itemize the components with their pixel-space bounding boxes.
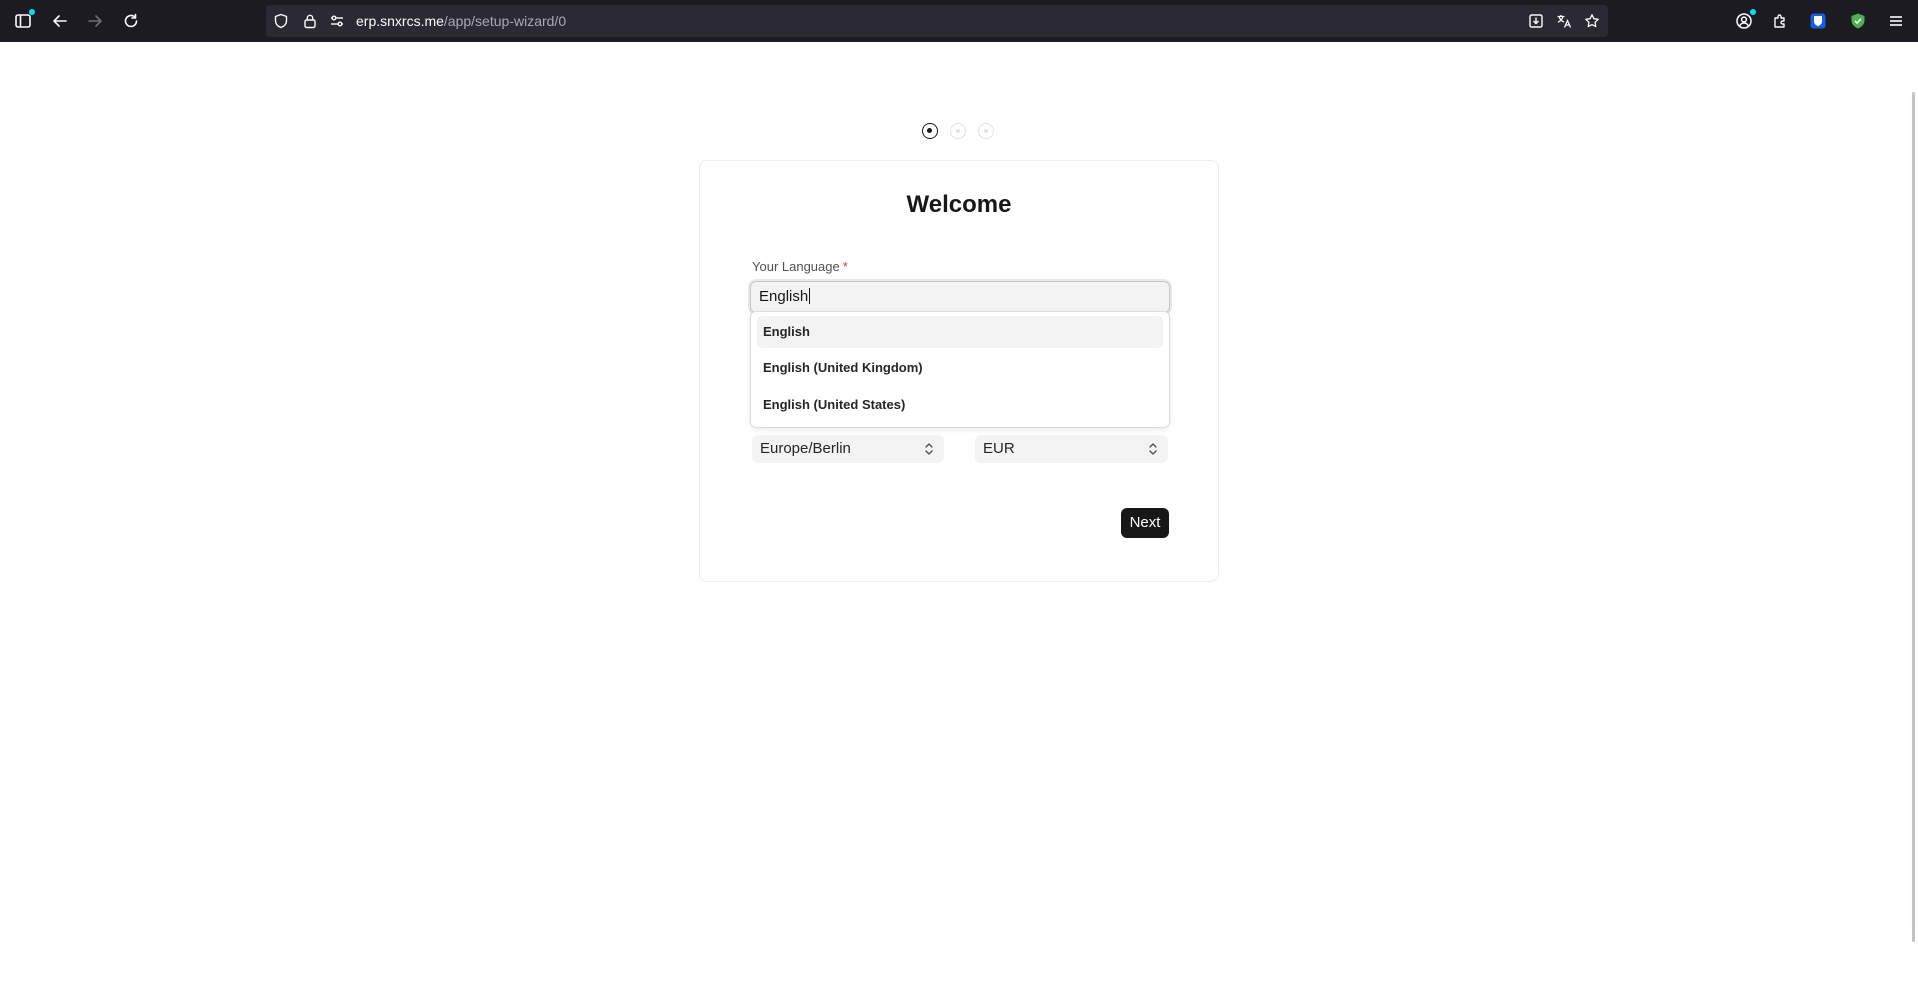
bitwarden-icon[interactable] (1806, 9, 1830, 33)
timezone-select[interactable]: Europe/Berlin (752, 435, 944, 463)
page-scrollbar[interactable] (1906, 42, 1918, 987)
url-path: /app/setup-wizard/0 (443, 13, 567, 29)
next-button[interactable]: Next (1121, 508, 1169, 538)
url-bar[interactable]: erp.snxrcs.me/app/setup-wizard/0 (266, 5, 1608, 37)
url-text[interactable]: erp.snxrcs.me/app/setup-wizard/0 (356, 13, 566, 29)
text-caret (809, 288, 811, 304)
language-input-value: English (759, 288, 809, 305)
updown-chevron-icon (1149, 443, 1157, 455)
adblock-shield-icon[interactable] (1846, 9, 1870, 33)
updown-chevron-icon (925, 443, 933, 455)
reload-icon[interactable] (119, 9, 143, 33)
lock-icon[interactable] (300, 11, 320, 31)
save-page-icon[interactable] (1526, 11, 1546, 31)
sidebar-icon[interactable] (11, 9, 35, 33)
extensions-icon[interactable] (1768, 9, 1792, 33)
step-dot-3 (978, 123, 994, 139)
currency-value: EUR (983, 440, 1015, 457)
step-dot-2 (950, 123, 966, 139)
language-label: Your Language * (752, 259, 848, 274)
browser-toolbar: erp.snxrcs.me/app/setup-wizard/0 (0, 0, 1918, 42)
url-host: erp.snxrcs.me (356, 13, 444, 29)
translate-icon[interactable] (1554, 11, 1574, 31)
bookmark-star-icon[interactable] (1582, 11, 1602, 31)
account-icon[interactable] (1732, 9, 1756, 33)
scrollbar-thumb[interactable] (1912, 92, 1915, 942)
setup-wizard-card: Welcome Your Language * English English E… (699, 160, 1219, 582)
notification-dot (29, 9, 35, 15)
page-title: Welcome (906, 191, 1012, 218)
language-suggestions: English English (United Kingdom) English… (750, 311, 1170, 428)
back-icon[interactable] (48, 9, 72, 33)
step-dot-1-active (922, 123, 938, 139)
forward-icon[interactable] (83, 9, 107, 33)
language-option[interactable]: English (United States) (757, 389, 1163, 421)
required-marker: * (842, 259, 848, 274)
timezone-value: Europe/Berlin (760, 440, 851, 457)
menu-icon[interactable] (1884, 9, 1908, 33)
language-input[interactable]: English (750, 281, 1170, 313)
currency-select[interactable]: EUR (975, 435, 1168, 463)
account-notification-dot (1750, 9, 1756, 15)
language-option[interactable]: English (United Kingdom) (757, 352, 1163, 384)
permissions-icon[interactable] (327, 11, 347, 31)
tracking-shield-icon[interactable] (271, 11, 291, 31)
language-option[interactable]: English (757, 316, 1163, 348)
wizard-step-indicator (922, 123, 1002, 139)
language-label-text: Your Language (752, 259, 840, 274)
